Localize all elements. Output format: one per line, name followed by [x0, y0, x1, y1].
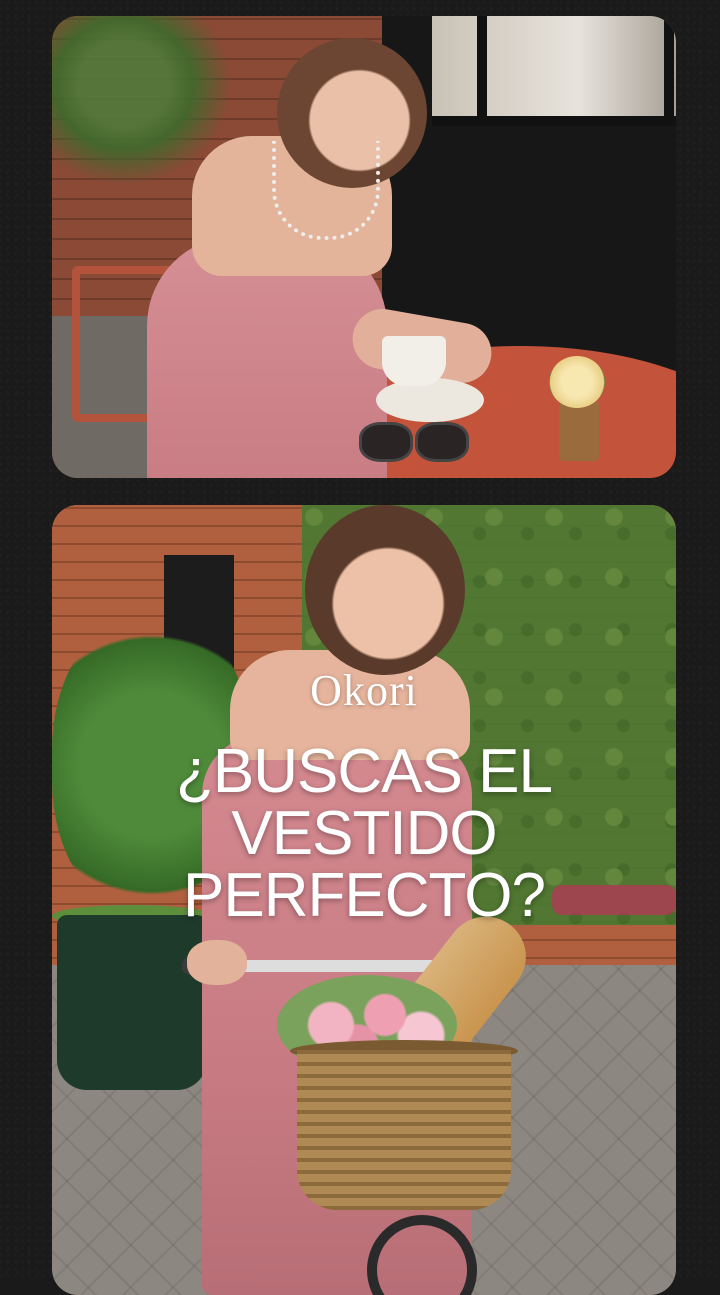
headline-line: VESTIDO: [231, 799, 497, 868]
yellow-rose: [549, 356, 605, 408]
flower-vase: [559, 401, 599, 461]
planter: [57, 915, 207, 1090]
sunglasses-lens-right: [415, 422, 469, 462]
shop-window: [432, 16, 676, 126]
window-mullion: [477, 16, 487, 116]
sunglasses-lens-left: [359, 422, 413, 462]
bicycle-photo: Okori ¿BUSCAS EL VESTIDO PERFECTO?: [52, 505, 676, 1295]
wicker-basket: [297, 1050, 511, 1210]
headline-line: ¿BUSCAS EL: [176, 737, 553, 806]
hand: [187, 940, 247, 985]
coffee-cup: [382, 336, 446, 386]
window-mullion: [664, 16, 674, 116]
headline-line: PERFECTO?: [183, 861, 546, 930]
woman-head: [305, 505, 465, 675]
cafe-photo: [52, 16, 676, 478]
necklace: [272, 141, 380, 240]
brand-logo: Okori: [310, 666, 418, 715]
headline: ¿BUSCAS EL VESTIDO PERFECTO?: [52, 741, 676, 927]
